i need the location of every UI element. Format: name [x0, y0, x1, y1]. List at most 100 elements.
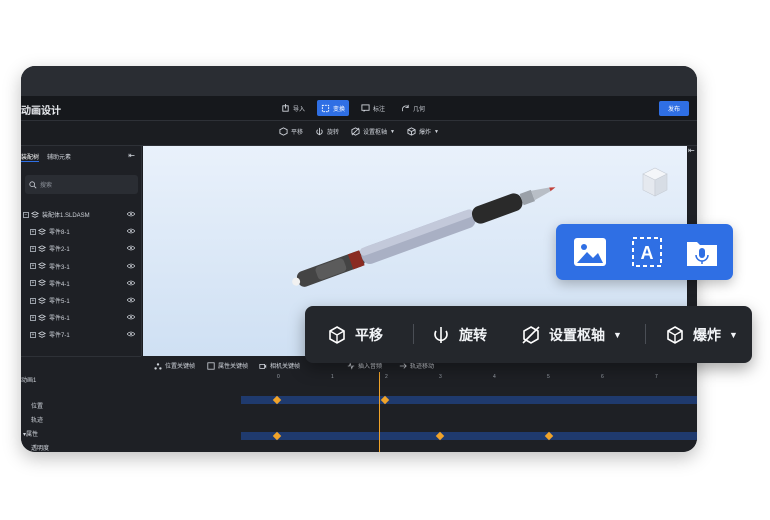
camera-keyframe-label: 相机关键帧 — [270, 364, 301, 370]
ruler-tick: 6 — [601, 374, 604, 380]
explode-icon — [667, 325, 683, 344]
insert-image-button[interactable] — [571, 233, 609, 271]
tab-import-label: 导入 — [293, 106, 306, 113]
view-cube-icon[interactable] — [642, 167, 668, 197]
explode-tool[interactable]: 爆炸 ▼ — [407, 127, 439, 136]
search-input[interactable]: 搜索 — [25, 175, 138, 194]
chevron-down-icon: ▼ — [434, 128, 439, 135]
track-title: 动画1 — [21, 378, 37, 384]
camera-keyframe-tool[interactable]: 相机关键帧 — [259, 361, 300, 370]
ruler-tick: 1 — [331, 374, 334, 380]
rotate-tool[interactable]: 旋转 — [315, 127, 339, 136]
track-label-text: 属性 — [26, 432, 39, 438]
publish-button[interactable]: 发布 — [659, 101, 689, 116]
tree-item[interactable]: + 零件2-1 — [21, 240, 141, 257]
pivot-icon — [522, 325, 540, 344]
translate-label: 平移 — [355, 326, 383, 343]
insert-audio-button[interactable] — [683, 233, 721, 271]
explode-icon — [407, 127, 416, 136]
tab-transform[interactable]: 变换 — [317, 100, 350, 116]
collapse-icon[interactable]: − — [23, 211, 29, 218]
tab-annotate[interactable]: 标注 — [357, 100, 389, 116]
eye-icon[interactable] — [127, 211, 135, 217]
translate-tool[interactable]: 平移 — [279, 127, 303, 136]
chevron-down-icon: ▼ — [729, 329, 738, 340]
ruler-tick: 2 — [385, 374, 388, 380]
rotate-icon — [316, 127, 323, 136]
playhead[interactable] — [379, 372, 380, 452]
pivot-label: 设置枢轴 — [363, 130, 388, 136]
pivot-button[interactable]: 设置枢轴 ▼ — [521, 306, 622, 363]
assembly-tree: − 装配体1.SLDASM + 零件8-1 + 零件2-1 + 零件3-1 + … — [21, 206, 141, 344]
title-bar — [21, 66, 697, 96]
expand-icon[interactable]: + — [30, 228, 36, 235]
chevron-down-icon: ▼ — [390, 128, 395, 135]
expand-icon[interactable]: + — [30, 245, 36, 252]
property-keyframe-icon — [207, 361, 215, 370]
collapse-sidebar-icon[interactable]: ⇤ — [128, 151, 135, 160]
eye-icon[interactable] — [127, 331, 135, 337]
part-icon — [38, 314, 46, 321]
insert-text-button[interactable]: A — [628, 233, 666, 271]
expand-icon[interactable]: + — [30, 263, 36, 270]
tab-transform-label: 变换 — [333, 106, 346, 113]
annotate-icon — [361, 103, 370, 112]
main-tabs: 导入 变换 标注 几何 — [277, 100, 429, 116]
eye-icon[interactable] — [127, 280, 135, 286]
tree-item-label: 零件8-1 — [49, 230, 70, 237]
translate-icon — [329, 325, 345, 344]
transform-icon — [321, 104, 330, 112]
property-track[interactable] — [241, 432, 697, 440]
sub-toolbar: 平移 旋转 设置枢轴 ▼ 爆炸 ▼ — [21, 121, 697, 146]
audio-icon — [687, 242, 717, 266]
eye-icon[interactable] — [127, 228, 135, 234]
tree-root-label: 装配体1.SLDASM — [42, 213, 90, 220]
tree-item[interactable]: + 零件7-1 — [21, 326, 141, 343]
explode-label: 爆炸 — [693, 326, 721, 343]
tab-aux-elements[interactable]: 辅助元素 — [47, 152, 71, 162]
eye-icon[interactable] — [127, 297, 135, 303]
tree-root[interactable]: − 装配体1.SLDASM — [21, 206, 141, 223]
position-keyframe-icon — [154, 362, 162, 370]
eye-icon[interactable] — [127, 314, 135, 320]
translate-button[interactable]: 平移 — [327, 306, 383, 363]
app-title: 动画设计 — [21, 106, 61, 117]
tree-item[interactable]: + 零件8-1 — [21, 223, 141, 240]
tab-geometry[interactable]: 几何 — [397, 100, 429, 116]
ruler-tick: 4 — [493, 374, 496, 380]
timeline: 位置关键帧 属性关键帧 相机关键帧 插入音频 轨迹移动 0 1 2 3 4 5 … — [141, 356, 697, 452]
expand-icon[interactable]: + — [30, 280, 36, 287]
separator — [645, 324, 646, 344]
image-icon — [574, 238, 606, 266]
position-keyframe-tool[interactable]: 位置关键帧 — [154, 361, 195, 370]
expand-icon[interactable]: + — [30, 297, 36, 304]
tree-item[interactable]: + 零件4-1 — [21, 275, 141, 292]
svg-text:A: A — [641, 243, 654, 263]
translate-icon — [279, 127, 288, 136]
rotate-button[interactable]: 旋转 — [431, 306, 487, 363]
tree-item[interactable]: + 零件3-1 — [21, 258, 141, 275]
ruler-tick: 7 — [655, 374, 658, 380]
tree-item[interactable]: + 零件5-1 — [21, 292, 141, 309]
expand-icon[interactable]: + — [30, 331, 36, 338]
tab-assembly-tree[interactable]: 装配树 — [21, 152, 40, 162]
separator — [413, 324, 414, 344]
pivot-tool[interactable]: 设置枢轴 ▼ — [351, 127, 395, 136]
pivot-label: 设置枢轴 — [549, 326, 605, 343]
property-keyframe-tool[interactable]: 属性关键帧 — [207, 361, 248, 370]
pivot-icon — [351, 127, 360, 136]
explode-button[interactable]: 爆炸 ▼ — [665, 306, 738, 363]
position-track[interactable] — [241, 396, 697, 404]
tree-item-label: 零件6-1 — [49, 316, 70, 323]
tree-item[interactable]: + 零件6-1 — [21, 309, 141, 326]
ruler-tick: 3 — [439, 374, 442, 380]
eye-icon[interactable] — [127, 245, 135, 251]
expand-icon[interactable]: + — [30, 314, 36, 321]
tab-import[interactable]: 导入 — [277, 100, 309, 116]
tree-item-label: 零件5-1 — [49, 299, 70, 306]
explode-label: 爆炸 — [419, 130, 432, 136]
assembly-sidebar: 装配树 辅助元素 ⇤ 搜索 − 装配体1.SLDASM + 零件8-1 + 零件… — [21, 146, 142, 356]
time-ruler[interactable]: 0 1 2 3 4 5 6 7 8 — [277, 374, 697, 384]
text-icon: A — [632, 237, 662, 267]
eye-icon[interactable] — [127, 263, 135, 269]
